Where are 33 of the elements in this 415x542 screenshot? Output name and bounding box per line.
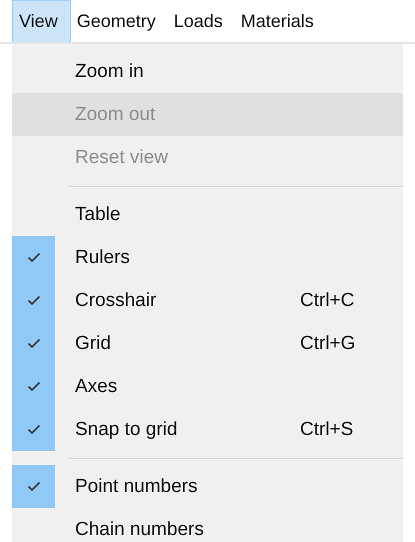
checkmark-icon (26, 381, 40, 392)
checkmark-icon (26, 481, 40, 492)
menu-item-label: Zoom in (75, 60, 145, 82)
menu-item-label: Chain numbers (75, 518, 205, 540)
menu-bar-item[interactable]: Loads (168, 0, 235, 42)
menu-item[interactable]: Grid Ctrl+G (12, 322, 403, 365)
shortcut-label: Ctrl+G (300, 332, 356, 354)
menu-item[interactable]: Zoom in (12, 50, 403, 93)
menu-bar-item[interactable]: View (12, 0, 71, 42)
shortcut-label: Ctrl+C (300, 290, 354, 312)
checkmark-icon (26, 252, 40, 263)
menu-item-label: Axes (75, 376, 118, 398)
menu-bar-item[interactable]: Materials (234, 0, 326, 42)
menu-item-label: Grid (75, 332, 112, 354)
menu-bar-item[interactable]: Geometry (70, 0, 168, 42)
menu-item-label: Snap to grid (75, 418, 178, 440)
menu-item-label: Point numbers (75, 476, 199, 498)
menu-item-label: Crosshair (75, 290, 158, 312)
menu-item[interactable]: Snap to grid Ctrl+S (12, 408, 403, 451)
menu-item[interactable]: Table (12, 193, 403, 236)
menu-item-label: Reset view (75, 146, 169, 168)
menu-item-label: Table (75, 204, 122, 226)
checkmark-icon (26, 424, 40, 435)
menu-item[interactable]: Chain numbers (12, 508, 403, 542)
shortcut-label: Ctrl+S (300, 418, 354, 440)
menu-item-label: Zoom out (75, 104, 156, 126)
checkmark-icon (26, 338, 40, 349)
checkmark-icon (26, 295, 40, 306)
menu-item[interactable]: Rulers (12, 236, 403, 279)
menu-item[interactable]: Point numbers (12, 465, 403, 508)
menu-item-label: Rulers (75, 246, 131, 268)
menu-item[interactable]: Axes (12, 365, 403, 408)
menu-item[interactable]: Crosshair Ctrl+C (12, 279, 403, 322)
